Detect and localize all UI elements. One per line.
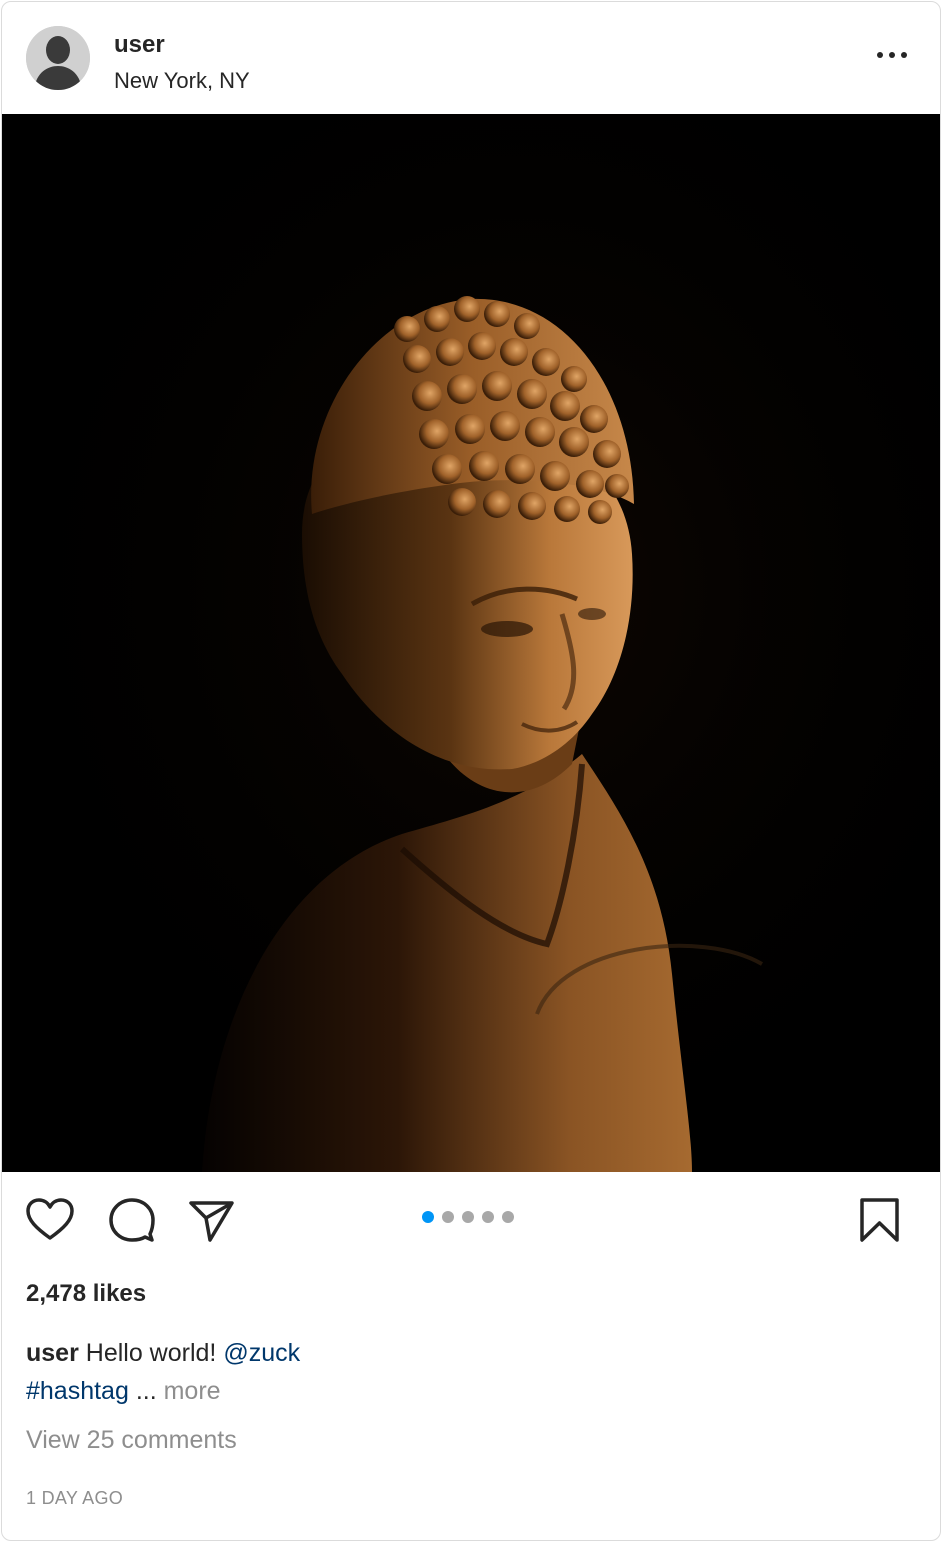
carousel-dot[interactable] <box>422 1211 434 1223</box>
carousel-dot[interactable] <box>442 1211 454 1223</box>
more-options-button[interactable] <box>872 40 912 70</box>
caption-more-link[interactable]: more <box>164 1377 221 1405</box>
send-icon <box>189 1201 234 1242</box>
avatar[interactable] <box>26 26 90 90</box>
post-header: user New York, NY <box>2 2 940 114</box>
caption-text: Hello world! <box>78 1339 224 1367</box>
heart-icon <box>26 1198 74 1240</box>
caption-ellipsis: ... <box>128 1377 164 1405</box>
post-username[interactable]: user <box>114 31 165 59</box>
view-comments-link[interactable]: View 25 comments <box>26 1426 237 1455</box>
bookmark-icon <box>860 1198 899 1242</box>
post-caption: user Hello world! @zuck #hashtag ... mor… <box>26 1334 906 1410</box>
post-location[interactable]: New York, NY <box>114 68 250 94</box>
post-timestamp: 1 DAY AGO <box>26 1488 124 1508</box>
carousel-dot[interactable] <box>482 1211 494 1223</box>
caption-mention[interactable]: @zuck <box>223 1339 300 1367</box>
caption-hashtag[interactable]: #hashtag <box>26 1377 129 1405</box>
avatar-silhouette-icon <box>26 26 90 90</box>
carousel-dot[interactable] <box>502 1211 514 1223</box>
share-button[interactable] <box>186 1194 238 1246</box>
post-image[interactable] <box>2 114 940 1172</box>
caption-username[interactable]: user <box>26 1339 79 1367</box>
save-button[interactable] <box>854 1194 906 1246</box>
post-card: user New York, NY 2,478 likes user Hello… <box>1 1 941 1541</box>
likes-count[interactable]: 2,478 likes <box>26 1280 146 1308</box>
buddha-statue-image <box>2 114 940 1172</box>
comment-icon <box>109 1198 155 1242</box>
like-button[interactable] <box>24 1194 76 1246</box>
comment-button[interactable] <box>106 1194 158 1246</box>
carousel-dot[interactable] <box>462 1211 474 1223</box>
carousel-indicator <box>422 1211 522 1223</box>
more-horizontal-icon <box>877 52 907 58</box>
